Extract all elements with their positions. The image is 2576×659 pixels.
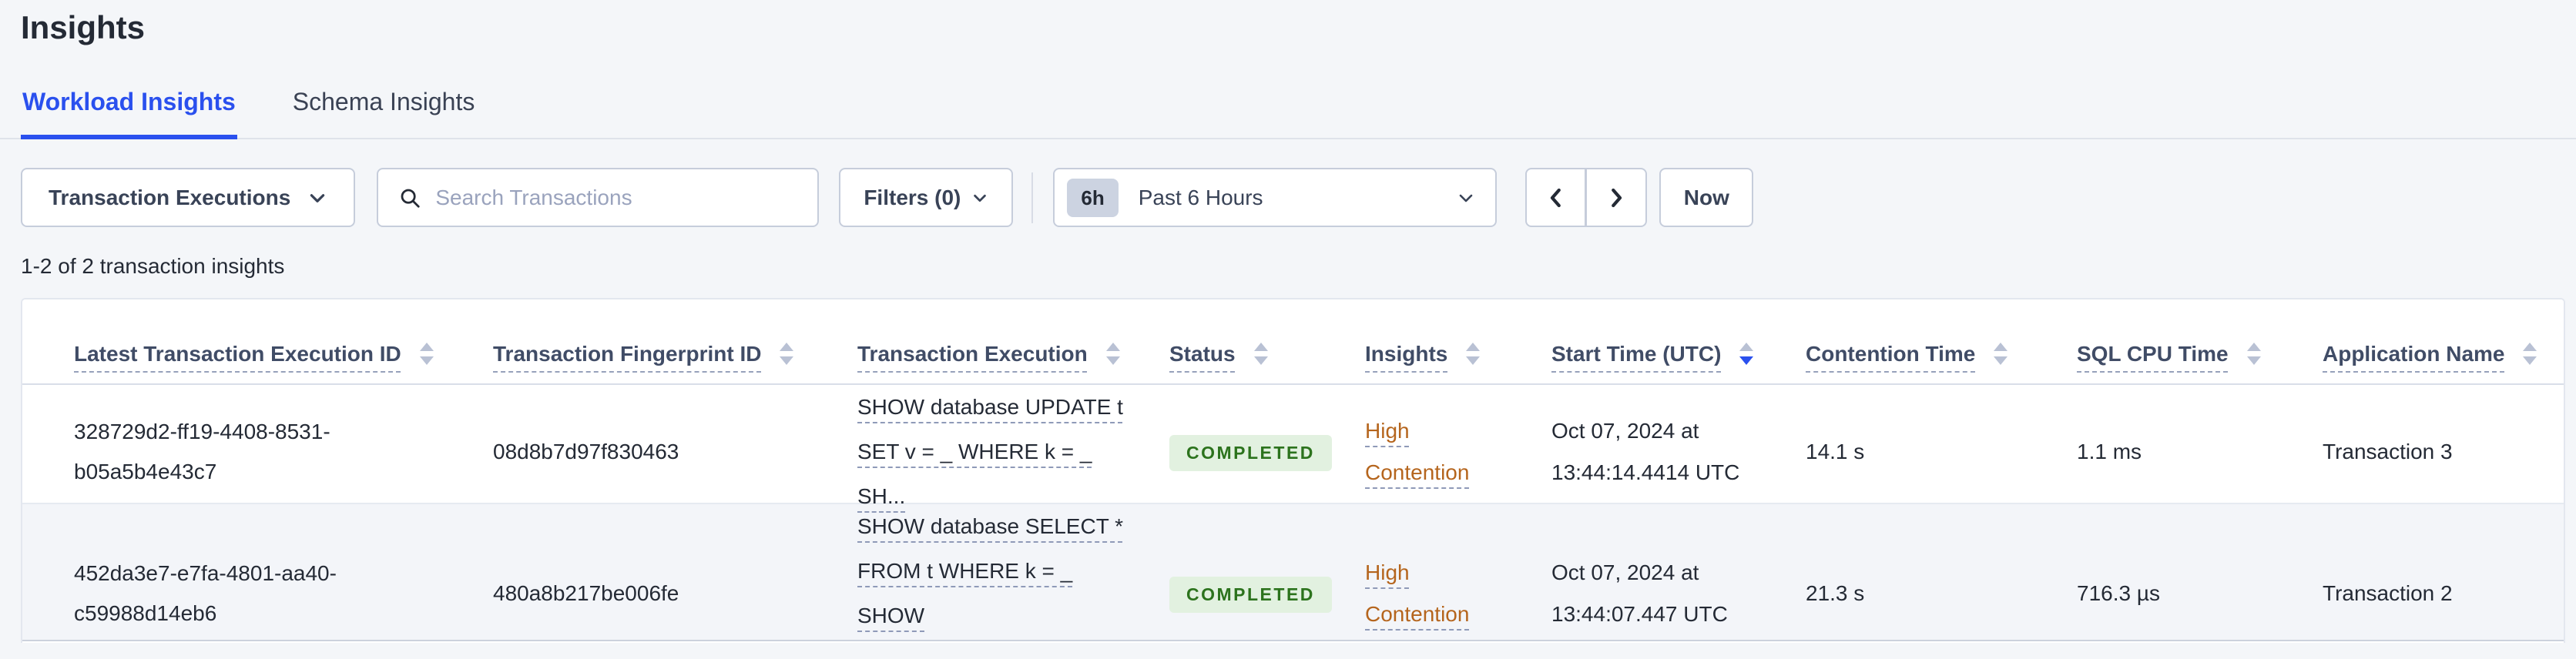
tab-label: Schema Insights (292, 88, 475, 115)
search-box (377, 168, 820, 227)
column-header-status[interactable]: Status (1169, 340, 1365, 368)
table-row: 328729d2-ff19-4408-8531-b05a5b4e43c7 08d… (22, 385, 2564, 508)
sort-icon (780, 343, 794, 366)
status-badge: COMPLETED (1169, 577, 1332, 613)
insights-table: Latest Transaction Execution ID Transact… (21, 298, 2565, 643)
status-badge: COMPLETED (1169, 435, 1332, 471)
controls-bar: Transaction Executions Filters (0) 6h Pa… (21, 168, 2555, 227)
chevron-down-icon (1460, 194, 1473, 202)
page-title: Insights (21, 9, 146, 45)
time-range-badge: 6h (1067, 178, 1119, 217)
tab-schema-insights[interactable]: Schema Insights (291, 85, 477, 139)
filters-label: Filters (0) (864, 185, 961, 209)
latest-execution-id: 328729d2-ff19-4408-8531-b05a5b4e43c7 (74, 420, 330, 483)
search-icon (401, 189, 420, 208)
transaction-execution-link[interactable]: SHOW database SELECT * FROM t WHERE k = … (857, 504, 1126, 643)
sql-cpu-time: 716.3 µs (2077, 581, 2160, 605)
sort-icon-active-desc (1739, 343, 1754, 366)
column-header-application-name[interactable]: Application Name (2323, 340, 2564, 368)
chevron-down-icon (310, 193, 325, 202)
tab-bar: Workload Insights Schema Insights (0, 85, 2576, 139)
sort-icon (1105, 343, 1120, 366)
time-picker-dropdown[interactable]: 6h Past 6 Hours (1053, 168, 1498, 227)
application-name: Transaction 3 (2323, 440, 2453, 463)
insights-page: Insights Workload Insights Schema Insigh… (0, 0, 2576, 659)
tab-label: Workload Insights (22, 88, 236, 115)
now-button[interactable]: Now (1659, 168, 1754, 227)
start-time: Oct 07, 2024 at 13:44:07.447 UTC (1551, 560, 1728, 626)
transaction-execution-link[interactable]: SHOW database UPDATE t SET v = _ WHERE k… (857, 385, 1126, 519)
column-header-transaction-execution[interactable]: Transaction Execution (857, 340, 1169, 368)
sql-cpu-time: 1.1 ms (2077, 440, 2142, 463)
fingerprint-id: 480a8b217be006fe (493, 581, 679, 605)
execution-type-dropdown[interactable]: Transaction Executions (21, 168, 356, 227)
results-count: 1-2 of 2 transaction insights (21, 254, 285, 278)
column-header-latest-transaction-execution-id[interactable]: Latest Transaction Execution ID (74, 340, 493, 368)
application-name: Transaction 2 (2323, 581, 2453, 605)
contention-time: 21.3 s (1806, 581, 1865, 605)
sort-icon (1994, 343, 2008, 366)
sort-icon (1466, 343, 1481, 366)
sort-icon (2246, 343, 2261, 366)
chevron-left-icon (1550, 188, 1561, 207)
column-header-insights[interactable]: Insights (1365, 340, 1551, 368)
table-header-row: Latest Transaction Execution ID Transact… (22, 299, 2564, 385)
table-row: 452da3e7-e7fa-4801-aa40-c59988d14eb6 480… (22, 504, 2564, 641)
latest-execution-id: 452da3e7-e7fa-4801-aa40-c59988d14eb6 (74, 561, 337, 625)
time-range-label: Past 6 Hours (1138, 185, 1263, 209)
time-prev-button[interactable] (1525, 168, 1587, 227)
column-header-contention-time[interactable]: Contention Time (1806, 340, 2077, 368)
sort-icon (419, 343, 434, 366)
start-time: Oct 07, 2024 at 13:44:14.4414 UTC (1551, 419, 1740, 484)
column-header-start-time[interactable]: Start Time (UTC) (1551, 340, 1806, 368)
search-input[interactable] (435, 185, 798, 210)
sort-icon (1253, 343, 1268, 366)
insight-link[interactable]: High Contention (1365, 410, 1508, 493)
chevron-down-icon (974, 194, 987, 202)
fingerprint-id: 08d8b7d97f830463 (493, 440, 679, 463)
time-pager (1525, 168, 1648, 227)
column-header-sql-cpu-time[interactable]: SQL CPU Time (2077, 340, 2323, 368)
filters-button[interactable]: Filters (0) (839, 168, 1014, 227)
chevron-right-icon (1612, 188, 1622, 207)
time-next-button[interactable] (1586, 168, 1648, 227)
sort-icon (2523, 343, 2537, 366)
contention-time: 14.1 s (1806, 440, 1865, 463)
execution-type-label: Transaction Executions (49, 185, 291, 209)
vertical-divider (1031, 172, 1034, 223)
tab-workload-insights[interactable]: Workload Insights (21, 85, 237, 139)
insight-link[interactable]: High Contention (1365, 552, 1508, 635)
column-header-transaction-fingerprint-id[interactable]: Transaction Fingerprint ID (493, 340, 857, 368)
